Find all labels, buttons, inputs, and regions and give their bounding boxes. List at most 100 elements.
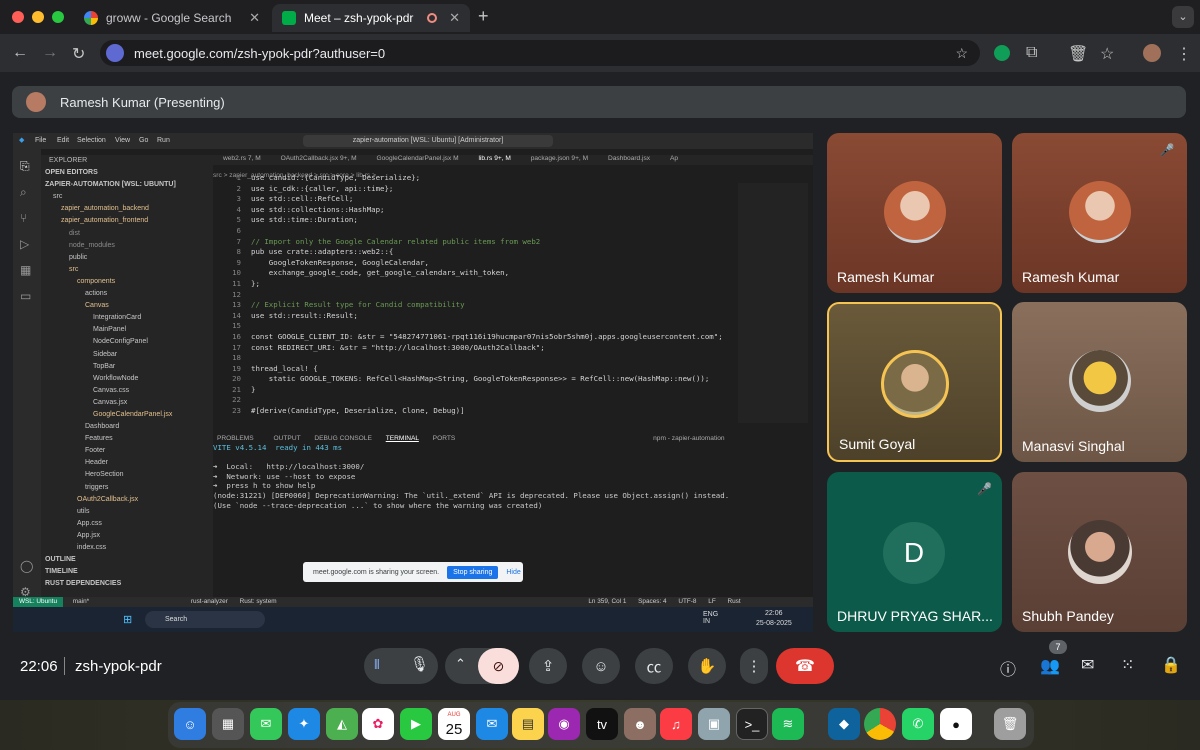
host-controls-icon[interactable]: 🔒 — [1161, 655, 1181, 675]
tree-item[interactable]: OAuth2Callback.jsx — [41, 494, 213, 506]
tree-item[interactable]: Canvas.css — [41, 385, 213, 397]
taskbar-search[interactable]: Search — [145, 611, 265, 628]
tab-meet[interactable]: Meet – zsh-ypok-pdr ✕ — [272, 4, 470, 32]
chrome-icon[interactable] — [864, 708, 896, 740]
tree-root[interactable]: ZAPIER-AUTOMATION [WSL: UBUNTU] — [41, 179, 213, 191]
hide-button[interactable]: Hide — [506, 569, 520, 576]
tree-item[interactable]: App.css — [41, 518, 213, 530]
tree-item[interactable]: Header — [41, 457, 213, 469]
code-line[interactable]: 18 — [213, 353, 733, 364]
tree-item[interactable]: WorkflowNode — [41, 373, 213, 385]
code-line[interactable]: 11}; — [213, 279, 733, 290]
tab-search-icon[interactable]: ⌄ — [1172, 6, 1194, 28]
participant-tile[interactable]: Ramesh Kumar — [827, 133, 1002, 293]
editor-tab[interactable]: Dashboard.jsx — [608, 155, 650, 162]
code-editor[interactable]: 1 use candid::{CandidType, Deserialize}; 2… — [213, 173, 733, 423]
tree-item[interactable]: Sidebar — [41, 349, 213, 361]
raise-hand-button[interactable]: ✋ — [688, 648, 726, 684]
tree-item[interactable]: public — [41, 252, 213, 264]
account-icon[interactable]: ◯ — [20, 559, 33, 573]
close-window-button[interactable] — [12, 11, 24, 23]
tree-item[interactable]: src — [41, 264, 213, 276]
menu-go[interactable]: Go — [139, 137, 148, 144]
code-line[interactable]: 22 — [213, 395, 733, 406]
menu-view[interactable]: View — [115, 137, 130, 144]
whatsapp-icon[interactable]: ✆ — [902, 708, 934, 740]
participant-tile[interactable]: 🎤 D DHRUV PRYAG SHAR... — [827, 472, 1002, 632]
menu-file[interactable]: File — [35, 137, 46, 144]
code-line[interactable]: 23 #[derive(CandidType, Deserialize, Clon… — [213, 406, 733, 417]
meeting-info-icon[interactable]: ⓘ — [1000, 656, 1016, 680]
address-bar[interactable]: meet.google.com/zsh-ypok-pdr?authuser=0 … — [100, 40, 980, 66]
camera-off-button[interactable]: ⊘ — [478, 648, 519, 684]
code-line[interactable]: 12 — [213, 290, 733, 301]
spotify-icon[interactable]: ≋ — [772, 708, 804, 740]
tree-item[interactable]: IntegrationCard — [41, 312, 213, 324]
github-icon[interactable]: ● — [940, 708, 972, 740]
code-line[interactable]: 19 thread_local! { — [213, 364, 733, 375]
tab-groww-search[interactable]: groww - Google Search ✕ — [74, 4, 270, 32]
code-line[interactable]: 7 // Import only the Google Calendar rela… — [213, 237, 733, 248]
profile-avatar[interactable] — [1143, 44, 1161, 62]
trash-bin-icon[interactable]: 🗑 — [994, 708, 1026, 740]
present-screen-button[interactable]: ⇪ — [529, 648, 567, 684]
chat-icon[interactable]: ✉ — [1081, 655, 1094, 675]
remote-indicator[interactable]: WSL: Ubuntu — [13, 597, 64, 607]
code-line[interactable]: 6 — [213, 226, 733, 237]
calendar-icon[interactable]: AUG 25 — [438, 708, 470, 740]
tree-item[interactable]: Canvas.jsx — [41, 397, 213, 409]
tree-item[interactable]: Canvas — [41, 300, 213, 312]
editor-tab[interactable]: Ap — [670, 155, 678, 162]
source-control-icon[interactable]: ⑂ — [20, 211, 27, 225]
participant-tile[interactable]: Shubh Pandey — [1012, 472, 1187, 632]
tree-item[interactable]: dist — [41, 228, 213, 240]
facetime-icon[interactable]: ▶ — [400, 708, 432, 740]
photos-icon[interactable]: ✿ — [362, 708, 394, 740]
tree-item[interactable]: triggers — [41, 482, 213, 494]
tree-item[interactable]: zapier_automation_frontend — [41, 215, 213, 227]
branch-indicator[interactable]: main* — [73, 598, 89, 605]
new-tab-button[interactable]: + — [478, 6, 489, 27]
editor-tab[interactable]: GoogleCalendarPanel.jsx M — [376, 155, 458, 162]
code-line[interactable]: 9 GoogleTokenResponse, GoogleCalendar, — [213, 258, 733, 269]
editor-tab[interactable]: web2.rs 7, M — [223, 155, 261, 162]
search-icon[interactable]: ⌕ — [20, 185, 27, 200]
code-line[interactable]: 5 use std::time::Duration; — [213, 215, 733, 226]
launchpad-icon[interactable]: ▦ — [212, 708, 244, 740]
code-line[interactable]: 21} — [213, 385, 733, 396]
tree-item[interactable]: node_modules — [41, 240, 213, 252]
forward-icon[interactable]: → — [42, 44, 58, 62]
stop-sharing-button[interactable]: Stop sharing — [447, 565, 499, 579]
participant-tile[interactable]: 🎤 Ramesh Kumar — [1012, 133, 1187, 293]
back-icon[interactable]: ← — [12, 44, 28, 62]
panel-tab-debug[interactable]: DEBUG CONSOLE — [314, 435, 372, 442]
code-line[interactable]: 2 use ic_cdk::{caller, api::time}; — [213, 184, 733, 195]
editor-tab[interactable]: OAuth2Callback.jsx 9+, M — [281, 155, 357, 162]
menu-run[interactable]: Run — [157, 137, 170, 144]
code-line[interactable]: 15 — [213, 321, 733, 332]
code-line[interactable]: 16 const GOOGLE_CLIENT_ID: &str = "548274… — [213, 332, 733, 343]
participant-tile[interactable]: Manasvi Singhal — [1012, 302, 1187, 462]
remote-explorer-icon[interactable]: ▭ — [20, 289, 31, 303]
tree-item[interactable]: App.jsx — [41, 530, 213, 542]
code-line[interactable]: 1 use candid::{CandidType, Deserialize}; — [213, 173, 733, 184]
outline-section[interactable]: OUTLINE — [41, 554, 213, 566]
close-tab-icon[interactable]: ✕ — [449, 10, 460, 26]
bookmark-star-icon[interactable]: ☆ — [955, 45, 968, 62]
microphone-icon[interactable]: 🎙 — [410, 655, 429, 673]
code-line[interactable]: 10 exchange_google_code, get_google_cale… — [213, 268, 733, 279]
safari-icon[interactable]: ✦ — [288, 708, 320, 740]
minimap[interactable] — [738, 183, 808, 423]
code-line[interactable]: 14 use std::result::Result; — [213, 311, 733, 322]
terminal-name[interactable]: npm - zapier-automation — [653, 435, 724, 442]
notes-icon[interactable]: ▤ — [512, 708, 544, 740]
code-line[interactable]: 20 static GOOGLE_TOKENS: RefCell<HashMap… — [213, 374, 733, 385]
code-line[interactable]: 3 use std::cell::RefCell; — [213, 194, 733, 205]
bookmarks-icon[interactable]: ☆ — [1100, 44, 1114, 64]
panel-tab-terminal[interactable]: TERMINAL — [386, 435, 419, 442]
mail-icon[interactable]: ✉ — [476, 708, 508, 740]
grammarly-icon[interactable] — [994, 45, 1010, 61]
tree-item[interactable]: components — [41, 276, 213, 288]
leave-call-button[interactable]: ☎ — [776, 648, 834, 684]
timeline-section[interactable]: TIMELINE — [41, 566, 213, 578]
